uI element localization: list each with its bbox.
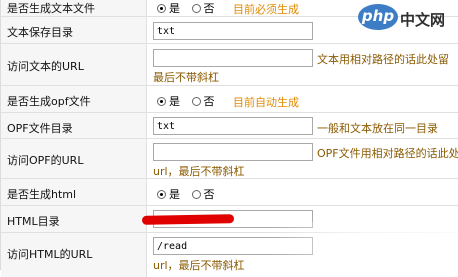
label-generate-opf: 是否生成opf文件 (7, 95, 91, 108)
radio-group-generate-opf: 是 否 (157, 93, 223, 109)
radio-no-generate-html[interactable] (191, 190, 201, 199)
php-logo-icon: php (358, 4, 398, 30)
radio-group-generate-text: 是 否 (157, 0, 223, 16)
hint-opf-url-below: url，最后不带斜杠 (153, 165, 245, 178)
row-opf-dir: OPF文件目录 一般和文本放在同一目录 (1, 113, 458, 139)
hint-generate-opf: 目前自动生成 (233, 96, 299, 109)
redaction-mark (141, 214, 235, 225)
hint-generate-text: 目前必须生成 (233, 3, 299, 16)
radio-no-generate-opf[interactable] (191, 97, 201, 106)
watermark-fade (268, 222, 458, 270)
row-generate-opf: 是否生成opf文件 是 否 目前自动生成 (1, 86, 458, 113)
site-watermark: php 中文网 (358, 1, 456, 35)
hint-opf-url-right: OPF文件用相对路径的话此处 (317, 147, 458, 160)
radio-yes-generate-html[interactable] (157, 190, 166, 199)
hint-opf-dir-right: 一般和文本放在同一目录 (317, 122, 438, 135)
hint-html-url-below: url，最后不带斜杠 (153, 259, 245, 272)
radio-no-generate-text[interactable] (191, 4, 201, 13)
radio-yes-generate-text[interactable] (157, 4, 166, 13)
radio-yes-generate-opf[interactable] (157, 97, 166, 106)
opf-dir-input[interactable] (153, 117, 313, 135)
row-opf-url: 访问OPF的URL OPF文件用相对路径的话此处 url，最后不带斜杠 (1, 139, 458, 179)
text-url-input[interactable] (153, 49, 313, 67)
row-text-url: 访问文本的URL 文本用相对路径的话此处留 最后不带斜杠 (1, 44, 458, 86)
label-html-dir: HTML目录 (7, 215, 60, 228)
label-opf-dir: OPF文件目录 (7, 122, 73, 135)
opf-url-input[interactable] (153, 143, 313, 161)
radio-group-generate-html: 是 否 (157, 186, 223, 202)
label-generate-text: 是否生成文本文件 (7, 2, 95, 15)
row-generate-html: 是否生成html 是 否 (1, 179, 458, 206)
hint-text-url-right: 文本用相对路径的话此处留 (317, 53, 449, 66)
label-text-dir: 文本保存目录 (7, 26, 73, 39)
label-generate-html: 是否生成html (7, 188, 77, 201)
watermark-text: 中文网 (400, 11, 446, 29)
label-html-url: 访问HTML的URL (7, 248, 93, 261)
label-opf-url: 访问OPF的URL (7, 154, 84, 167)
hint-text-url-below: 最后不带斜杠 (153, 71, 219, 84)
text-dir-input[interactable] (153, 22, 313, 40)
label-text-url: 访问文本的URL (7, 60, 84, 73)
